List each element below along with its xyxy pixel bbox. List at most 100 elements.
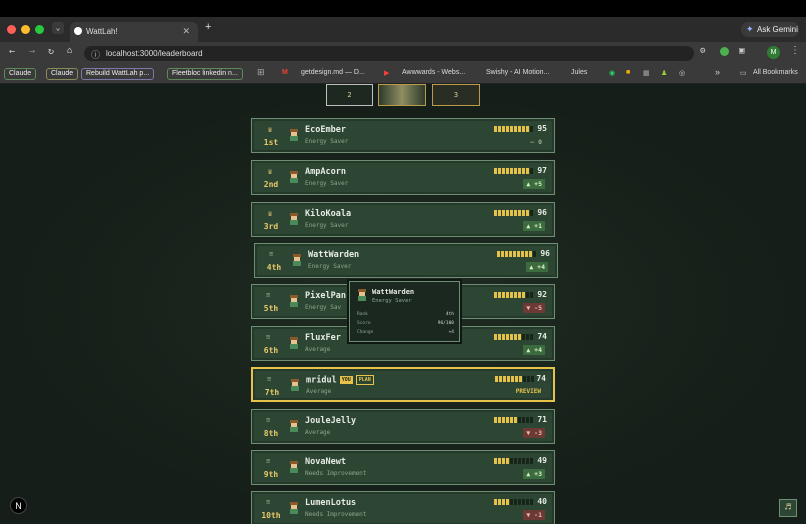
score-bar-segment: [494, 126, 497, 132]
nextjs-devtools-button[interactable]: N: [10, 497, 27, 514]
tab-search-button[interactable]: ⌄: [52, 22, 64, 34]
score-bar-segment: [526, 210, 529, 216]
extensions-puzzle-icon[interactable]: ▣: [739, 46, 744, 56]
music-toggle-icon[interactable]: ♬: [779, 499, 797, 517]
tab-wattlah[interactable]: WattLah! ✕: [70, 22, 198, 42]
player-name: NovaNewt: [305, 457, 346, 467]
player-name-text: PixelPan: [305, 291, 346, 301]
extension-icon[interactable]: ⚙: [700, 46, 705, 56]
plan-badge[interactable]: PLAN: [355, 375, 374, 385]
score-bar-segment: [498, 458, 501, 464]
bookmark-swishy[interactable]: Swishy - AI Motion...: [486, 69, 549, 76]
rank-change-value: +4: [537, 263, 545, 271]
menu-icon[interactable]: ⋮: [790, 45, 800, 56]
score-bar-segment: [518, 210, 521, 216]
maximize-window-button[interactable]: [35, 25, 44, 34]
whatsapp-icon[interactable]: ◉: [609, 69, 615, 77]
close-tab-icon[interactable]: ✕: [182, 26, 190, 37]
ask-gemini-button[interactable]: ✦ Ask Gemini: [741, 22, 799, 37]
rank-change-badge: ▲ +4: [526, 262, 548, 272]
forward-icon[interactable]: →: [29, 46, 35, 57]
tooltip-name: WattWarden: [372, 288, 415, 296]
score-value: 71: [537, 415, 547, 424]
leaderboard-page: 2 3 ♛ 1st EcoEmber Energy Saver 95 — 0 ♛ 2nd Amp…: [0, 84, 806, 524]
more-bookmarks-icon[interactable]: »: [715, 67, 720, 77]
apps-grid-icon[interactable]: ⊞: [257, 67, 265, 78]
bookmark-claude-2[interactable]: Claude: [46, 68, 79, 80]
leaderboard-row[interactable]: ♛ 1st EcoEmber Energy Saver 95 — 0: [251, 118, 555, 153]
player-tier: Needs Improvement: [305, 511, 367, 518]
leaderboard-row[interactable]: ♛ 2nd AmpAcorn Energy Saver 97 ▲ +5: [251, 160, 555, 195]
bookmark-awwwards[interactable]: Awwwards - Webs...: [402, 69, 465, 76]
score-bar-segment: [518, 168, 521, 174]
bookmark-fleetbloc[interactable]: Fleetbloc linkedin n...: [167, 68, 243, 80]
player-tier: Energy Sav: [305, 304, 342, 311]
bookmark-getdesign[interactable]: getdesign.md — D...: [301, 69, 365, 76]
score-bar-segment: [513, 251, 516, 257]
score-bar: [494, 292, 533, 298]
podium-1[interactable]: [378, 84, 426, 106]
score-value: 74: [536, 374, 546, 383]
score-value: 92: [537, 290, 547, 299]
change-arrow-icon: ▲: [526, 180, 535, 188]
score-value: 96: [537, 208, 547, 217]
bookmark-rebuild-wattlah[interactable]: Rebuild WattLah p...: [81, 68, 155, 80]
leaderboard-row[interactable]: ≡ 9th NovaNewt Needs Improvement 49 ▲ +3: [251, 450, 555, 485]
site-info-icon[interactable]: ⓘ: [91, 48, 100, 61]
tab-title: WattLah!: [86, 27, 118, 36]
extension-green-icon[interactable]: [720, 47, 729, 56]
gmail-icon[interactable]: M: [282, 69, 288, 76]
minimize-window-button[interactable]: [21, 25, 30, 34]
profile-avatar[interactable]: M: [767, 46, 780, 59]
bookmark-jules[interactable]: Jules: [571, 69, 587, 76]
score-bar-segment: [515, 376, 518, 382]
score-bar-segment: [510, 210, 513, 216]
player-name-text: AmpAcorn: [305, 167, 346, 177]
home-icon[interactable]: ⌂: [67, 46, 72, 56]
bookmark-claude-1[interactable]: Claude: [4, 68, 37, 80]
bookmark-person-icon[interactable]: ♟: [661, 69, 667, 77]
player-name: JouleJelly: [305, 416, 356, 426]
leaderboard-row[interactable]: ≡ 8th JouleJelly Average 71 ▼ -3: [251, 409, 555, 444]
player-name-text: EcoEmber: [305, 125, 346, 135]
score-bar-segment: [518, 292, 521, 298]
podium-2[interactable]: 2: [326, 84, 373, 106]
podium-3[interactable]: 3: [432, 84, 480, 106]
score-bar-segment: [526, 334, 529, 340]
score-bar-segment: [506, 417, 509, 423]
score-bar-segment: [502, 210, 505, 216]
change-arrow-icon: ▲: [526, 470, 535, 478]
rank-marker-icon: ≡: [267, 375, 272, 383]
close-window-button[interactable]: [7, 25, 16, 34]
new-tab-button[interactable]: +: [205, 21, 211, 33]
back-icon[interactable]: ←: [9, 46, 15, 57]
score-bar-segment: [494, 499, 497, 505]
score-bar-segment: [506, 292, 509, 298]
url-field[interactable]: ⓘ localhost:3000/leaderboard: [84, 46, 694, 61]
bookmark-yellow-icon[interactable]: ■: [626, 69, 630, 76]
score-bar-segment: [531, 376, 534, 382]
leaderboard-row[interactable]: ≡ 4th WattWarden Energy Saver 96 ▲ +4: [254, 243, 558, 278]
change-arrow-icon: ▼: [526, 304, 535, 312]
rank-change-badge: — 0: [527, 137, 545, 147]
bookmark-camera-icon[interactable]: ◎: [679, 69, 685, 77]
score-bar-segment: [514, 168, 517, 174]
player-name: mridul YOU PLAN: [306, 375, 374, 386]
score-bar-segment: [522, 292, 525, 298]
tooltip-avatar: [357, 289, 367, 301]
score-value: 97: [537, 166, 547, 175]
score-bar-segment: [506, 210, 509, 216]
player-name: LumenLotus: [305, 498, 356, 508]
score-bar-segment: [527, 376, 530, 382]
leaderboard-row[interactable]: ≡ 10th LumenLotus Needs Improvement 40 ▼ -1: [251, 491, 555, 524]
all-bookmarks-link[interactable]: All Bookmarks: [753, 69, 798, 76]
leaderboard-row[interactable]: ≡ 7th mridul YOU PLAN Average 74 PREVIEW: [251, 367, 555, 402]
score-bar-segment: [499, 376, 502, 382]
score-bar-segment: [498, 210, 501, 216]
bookmark-image-icon[interactable]: ▦: [643, 69, 650, 77]
rank-change-badge: ▼ -3: [523, 428, 545, 438]
youtube-icon[interactable]: ▶: [384, 69, 389, 77]
reload-icon[interactable]: ↻: [48, 46, 54, 57]
score-bar-segment: [495, 376, 498, 382]
leaderboard-row[interactable]: ♛ 3rd KiloKoala Energy Saver 96 ▲ +1: [251, 202, 555, 237]
